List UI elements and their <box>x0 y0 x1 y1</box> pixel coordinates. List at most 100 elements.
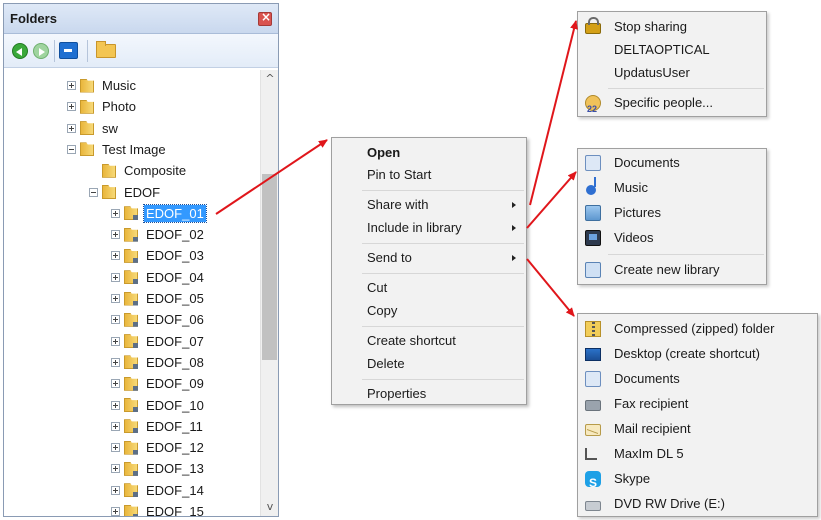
folder-icon <box>124 248 138 263</box>
menu-item-send-to[interactable]: Send to <box>332 247 526 269</box>
submenu-item-maxim-dl[interactable]: MaxIm DL 5 <box>578 442 817 466</box>
tree-item[interactable]: EDOF_15 <box>111 501 206 516</box>
view-icon[interactable] <box>59 42 78 59</box>
submenu-item-compressed-folder[interactable]: Compressed (zipped) folder <box>578 317 817 341</box>
menu-item-open[interactable]: Open <box>332 142 526 164</box>
people-icon <box>585 95 601 121</box>
tree-item[interactable]: EDOF_14 <box>111 480 206 501</box>
menu-item-properties[interactable]: Properties <box>332 383 526 405</box>
tree-item[interactable]: EDOF_13 <box>111 458 206 479</box>
submenu-item-pictures[interactable]: Pictures <box>578 201 766 225</box>
close-button[interactable]: × <box>258 10 272 26</box>
tree-item-label: sw <box>102 120 118 136</box>
submenu-item-dvd-drive[interactable]: DVD RW Drive (E:) <box>578 492 817 516</box>
expand-icon[interactable] <box>111 357 120 367</box>
tree-item-label: EDOF_15 <box>146 504 204 516</box>
documents-icon <box>585 371 601 387</box>
expand-icon[interactable] <box>111 443 120 453</box>
tree-item[interactable]: Music <box>67 75 138 96</box>
submenu-item-videos[interactable]: Videos <box>578 226 766 250</box>
submenu-item-specific-people[interactable]: Specific people... <box>578 91 766 121</box>
submenu-item-create-new-library[interactable]: Create new library <box>578 258 766 282</box>
menu-item-pin-to-start[interactable]: Pin to Start <box>332 164 526 186</box>
scroll-down-icon[interactable]: v <box>263 500 277 514</box>
menu-item-create-shortcut[interactable]: Create shortcut <box>332 330 526 352</box>
tree-item[interactable]: Test Image <box>67 139 168 160</box>
tree-item[interactable]: EDOF_06 <box>111 309 206 330</box>
folder-icon <box>80 121 94 136</box>
tree-item-label: Composite <box>124 163 187 179</box>
expand-icon[interactable] <box>67 123 76 133</box>
expand-icon[interactable] <box>111 251 120 261</box>
tree-item[interactable]: EDOF_01 <box>111 203 207 224</box>
expand-icon[interactable] <box>111 230 120 240</box>
submenu-item-label: Music <box>614 180 648 195</box>
submenu-item-fax-recipient[interactable]: Fax recipient <box>578 392 817 416</box>
tree-item[interactable]: EDOF_11 <box>111 416 205 437</box>
submenu-item-updatususer[interactable]: UpdatusUser <box>578 61 766 85</box>
expand-icon[interactable] <box>111 208 120 218</box>
folder-icon <box>124 376 138 391</box>
tree-item-label: EDOF_06 <box>146 312 204 328</box>
expand-icon[interactable] <box>111 315 120 325</box>
forward-arrow-icon[interactable] <box>33 43 49 59</box>
expand-icon[interactable] <box>111 272 120 282</box>
tree-item[interactable]: EDOF_07 <box>111 331 206 352</box>
open-folder-icon[interactable] <box>96 41 116 58</box>
expand-icon[interactable] <box>111 294 120 303</box>
submenu-item-label: MaxIm DL 5 <box>614 446 684 461</box>
expand-icon[interactable] <box>111 379 120 389</box>
expand-icon[interactable] <box>111 336 120 346</box>
tree-item[interactable]: EDOF_12 <box>111 437 206 458</box>
menu-item-label: Include in library <box>367 220 462 235</box>
expand-icon[interactable] <box>111 421 120 431</box>
menu-item-label: Share with <box>367 197 429 212</box>
expand-icon[interactable] <box>111 485 120 495</box>
tree-item[interactable]: Composite <box>89 160 188 181</box>
tree-item[interactable]: EDOF <box>89 182 162 203</box>
submenu-item-documents[interactable]: Documents <box>578 367 817 391</box>
expand-icon[interactable] <box>111 464 120 474</box>
menu-item-include-in-library[interactable]: Include in library <box>332 217 526 239</box>
tree-item[interactable]: EDOF_04 <box>111 267 206 288</box>
pictures-icon <box>585 205 601 221</box>
menu-separator <box>362 273 524 274</box>
tree-item[interactable]: EDOF_09 <box>111 373 206 394</box>
submenu-item-deltaoptical[interactable]: DELTAOPTICAL <box>578 38 766 62</box>
tree-item-label: Music <box>102 78 136 93</box>
tree-item[interactable]: EDOF_10 <box>111 395 206 416</box>
tree-item[interactable]: Photo <box>67 96 138 117</box>
tree-item-label: EDOF_05 <box>146 291 204 306</box>
menu-item-delete[interactable]: Delete <box>332 353 526 375</box>
menu-item-cut[interactable]: Cut <box>332 277 526 299</box>
tree-item[interactable]: EDOF_08 <box>111 352 206 373</box>
expand-icon[interactable] <box>67 81 76 90</box>
tree-item[interactable]: EDOF_02 <box>111 224 206 245</box>
menu-item-copy[interactable]: Copy <box>332 300 526 322</box>
vertical-scrollbar[interactable]: ^ v <box>260 70 278 516</box>
scroll-thumb[interactable] <box>262 174 277 360</box>
submenu-item-skype[interactable]: Skype <box>578 467 817 495</box>
expand-icon[interactable] <box>111 400 120 410</box>
scroll-up-icon[interactable]: ^ <box>263 72 277 86</box>
collapse-icon[interactable] <box>67 144 76 154</box>
submenu-item-label: Create new library <box>614 262 720 277</box>
tree-item-label: EDOF_14 <box>146 482 204 498</box>
back-arrow-icon[interactable] <box>12 43 28 59</box>
tree-item[interactable]: EDOF_03 <box>111 245 206 266</box>
submenu-item-mail-recipient[interactable]: Mail recipient <box>578 417 817 441</box>
submenu-item-documents[interactable]: Documents <box>578 151 766 175</box>
expand-icon[interactable] <box>111 507 120 516</box>
submenu-item-music[interactable]: Music <box>578 176 766 200</box>
submenu-arrow-icon <box>512 202 516 208</box>
menu-item-share-with[interactable]: Share with <box>332 194 526 216</box>
dvd-drive-icon <box>585 501 601 511</box>
arrow-to-share-submenu <box>529 20 578 206</box>
collapse-icon[interactable] <box>89 187 98 197</box>
folder-icon <box>124 504 138 516</box>
submenu-item-stop-sharing[interactable]: Stop sharing <box>578 15 766 39</box>
expand-icon[interactable] <box>67 102 76 112</box>
tree-item[interactable]: EDOF_05 <box>111 288 206 309</box>
tree-item[interactable]: sw <box>67 118 120 139</box>
submenu-item-desktop[interactable]: Desktop (create shortcut) <box>578 342 817 366</box>
